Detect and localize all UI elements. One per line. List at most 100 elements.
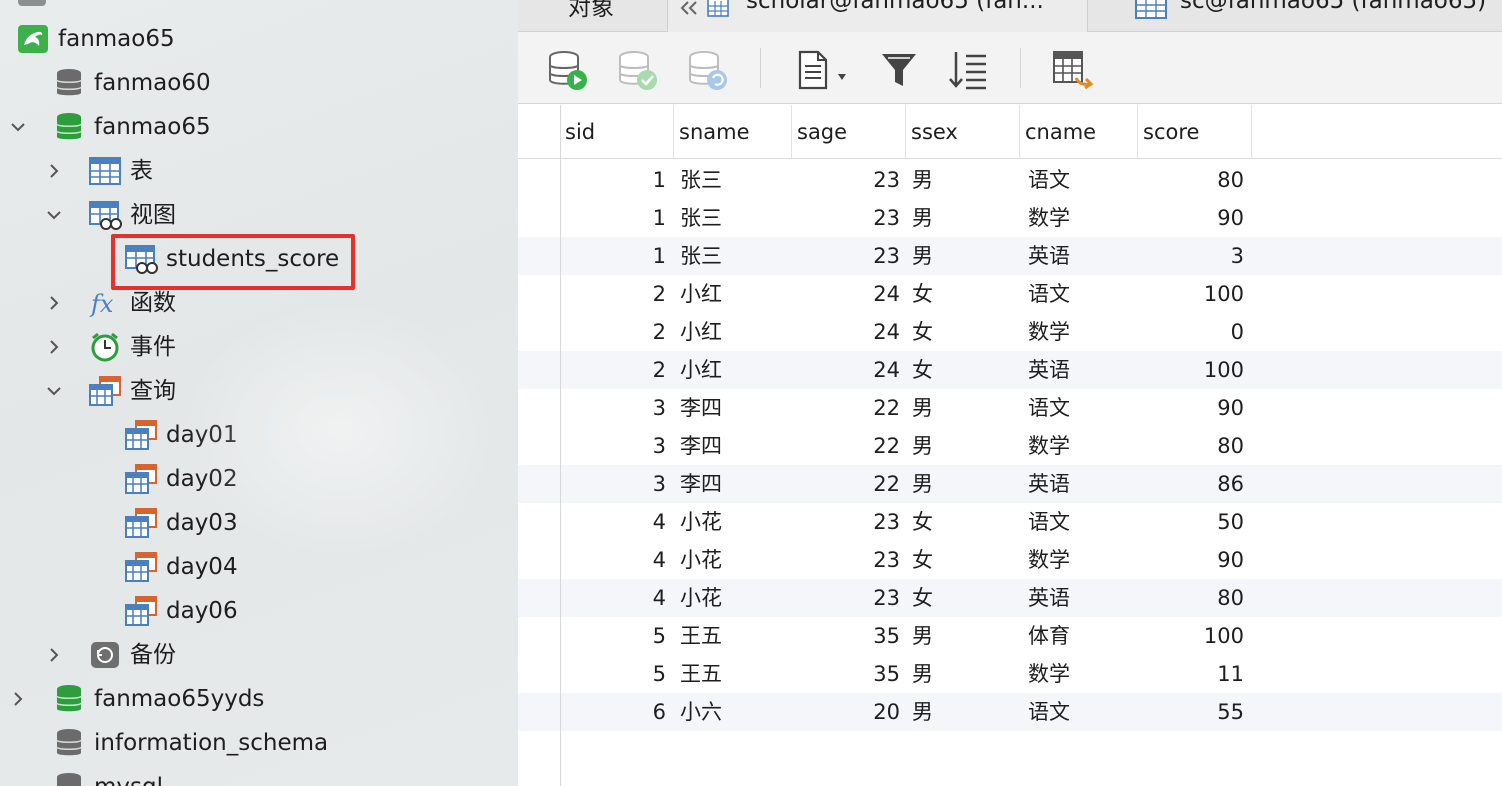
text-view-button[interactable] — [794, 48, 854, 92]
cell-ssex[interactable]: 男 — [912, 693, 1012, 731]
cell-sage[interactable]: 23 — [792, 161, 900, 199]
sort-button[interactable] — [946, 48, 990, 92]
cell-score[interactable]: 86 — [1138, 465, 1244, 503]
cell-ssex[interactable]: 男 — [912, 237, 1012, 275]
cell-sid[interactable]: 3 — [562, 389, 666, 427]
tree-backups[interactable]: 备份 — [0, 633, 518, 677]
cell-score[interactable]: 11 — [1138, 655, 1244, 693]
cell-sid[interactable]: 3 — [562, 427, 666, 465]
cell-ssex[interactable]: 女 — [912, 503, 1012, 541]
cell-score[interactable]: 90 — [1138, 389, 1244, 427]
cell-sname[interactable]: 小花 — [680, 541, 790, 579]
tab-sc[interactable]: sc@fanmao65 (fanmao65) — [1088, 0, 1502, 32]
cell-ssex[interactable]: 男 — [912, 427, 1012, 465]
cell-score[interactable]: 90 — [1138, 541, 1244, 579]
cell-cname[interactable]: 数学 — [1028, 655, 1128, 693]
tree-views[interactable]: 视图 — [0, 193, 518, 237]
begin-transaction-button[interactable] — [546, 48, 590, 92]
cell-sname[interactable]: 李四 — [680, 427, 790, 465]
cell-cname[interactable]: 英语 — [1028, 465, 1128, 503]
cell-sid[interactable]: 1 — [562, 199, 666, 237]
column-header-ssex[interactable]: ssex — [906, 105, 1020, 159]
cell-sname[interactable]: 小花 — [680, 579, 790, 617]
tree-queries[interactable]: 查询 — [0, 369, 518, 413]
tab-objects[interactable]: 对象 — [518, 0, 668, 32]
column-header-cname[interactable]: cname — [1020, 105, 1138, 159]
cell-score[interactable]: 0 — [1138, 313, 1244, 351]
cell-sid[interactable]: 6 — [562, 693, 666, 731]
table-row[interactable]: 3 李四 22 男语文 90 — [518, 389, 1502, 427]
cell-sage[interactable]: 20 — [792, 693, 900, 731]
chevron-right-icon[interactable] — [8, 689, 28, 709]
cell-sage[interactable]: 22 — [792, 427, 900, 465]
column-header-sid[interactable]: sid — [560, 105, 674, 159]
column-header-score[interactable]: score — [1138, 105, 1252, 159]
cell-sname[interactable]: 张三 — [680, 161, 790, 199]
cell-sname[interactable]: 李四 — [680, 465, 790, 503]
tree-db-fanmao60[interactable]: fanmao60 — [0, 61, 518, 105]
table-row[interactable]: 2 小红 24 女数学 0 — [518, 313, 1502, 351]
table-row[interactable]: 2 小红 24 女英语 100 — [518, 351, 1502, 389]
column-header-sage[interactable]: sage — [792, 105, 906, 159]
tree-query-day01[interactable]: day01 — [0, 413, 518, 457]
tree-db-mysql[interactable]: mysql — [0, 765, 518, 786]
table-row[interactable]: 1 张三 23 男语文 80 — [518, 161, 1502, 199]
cell-sid[interactable]: 4 — [562, 503, 666, 541]
tree-view-students-score[interactable]: students_score — [0, 237, 518, 281]
cell-cname[interactable]: 数学 — [1028, 541, 1128, 579]
cell-cname[interactable]: 英语 — [1028, 579, 1128, 617]
table-row[interactable]: 5 王五 35 男体育 100 — [518, 617, 1502, 655]
tree-db-information-schema[interactable]: information_schema — [0, 721, 518, 765]
cell-score[interactable]: 80 — [1138, 427, 1244, 465]
cell-cname[interactable]: 英语 — [1028, 237, 1128, 275]
tree-row-connection-partial[interactable] — [0, 0, 518, 14]
cell-ssex[interactable]: 男 — [912, 389, 1012, 427]
cell-cname[interactable]: 语文 — [1028, 693, 1128, 731]
chevron-right-icon[interactable] — [44, 645, 64, 665]
cell-sage[interactable]: 24 — [792, 313, 900, 351]
cell-cname[interactable]: 英语 — [1028, 351, 1128, 389]
double-chevron-left-icon[interactable] — [678, 0, 700, 26]
cell-sname[interactable]: 张三 — [680, 237, 790, 275]
cell-score[interactable]: 80 — [1138, 579, 1244, 617]
cell-sage[interactable]: 35 — [792, 617, 900, 655]
table-row[interactable]: 5 王五 35 男数学 11 — [518, 655, 1502, 693]
chevron-right-icon[interactable] — [44, 337, 64, 357]
cell-sid[interactable]: 5 — [562, 617, 666, 655]
cell-score[interactable]: 100 — [1138, 275, 1244, 313]
cell-score[interactable]: 100 — [1138, 617, 1244, 655]
chevron-down-icon[interactable] — [8, 117, 28, 137]
filter-button[interactable] — [878, 48, 922, 92]
cell-sage[interactable]: 35 — [792, 655, 900, 693]
tree-events[interactable]: 事件 — [0, 325, 518, 369]
cell-score[interactable]: 3 — [1138, 237, 1244, 275]
cell-score[interactable]: 90 — [1138, 199, 1244, 237]
tree-db-fanmao65[interactable]: fanmao65 — [0, 105, 518, 149]
cell-sage[interactable]: 23 — [792, 579, 900, 617]
cell-sid[interactable]: 4 — [562, 579, 666, 617]
table-row[interactable]: 3 李四 22 男英语 86 — [518, 465, 1502, 503]
cell-sage[interactable]: 24 — [792, 275, 900, 313]
tree-query-day06[interactable]: day06 — [0, 589, 518, 633]
table-row[interactable]: 3 李四 22 男数学 80 — [518, 427, 1502, 465]
table-row[interactable]: 1 张三 23 男数学 90 — [518, 199, 1502, 237]
tree-query-day03[interactable]: day03 — [0, 501, 518, 545]
cell-cname[interactable]: 体育 — [1028, 617, 1128, 655]
chevron-down-icon[interactable] — [44, 205, 64, 225]
cell-ssex[interactable]: 女 — [912, 313, 1012, 351]
export-button[interactable] — [1050, 48, 1094, 92]
cell-sage[interactable]: 23 — [792, 541, 900, 579]
cell-cname[interactable]: 数学 — [1028, 313, 1128, 351]
cell-sage[interactable]: 23 — [792, 237, 900, 275]
table-row[interactable]: 4 小花 23 女语文 50 — [518, 503, 1502, 541]
chevron-down-icon[interactable] — [44, 381, 64, 401]
cell-score[interactable]: 50 — [1138, 503, 1244, 541]
column-header-sname[interactable]: sname — [674, 105, 792, 159]
cell-cname[interactable]: 语文 — [1028, 161, 1128, 199]
table-row[interactable]: 1 张三 23 男英语 3 — [518, 237, 1502, 275]
rollback-button[interactable] — [686, 48, 730, 92]
tree-connection-fanmao65[interactable]: fanmao65 — [0, 17, 518, 61]
cell-sname[interactable]: 张三 — [680, 199, 790, 237]
table-row[interactable]: 6 小六 20 男语文 55 — [518, 693, 1502, 731]
cell-sname[interactable]: 小红 — [680, 313, 790, 351]
